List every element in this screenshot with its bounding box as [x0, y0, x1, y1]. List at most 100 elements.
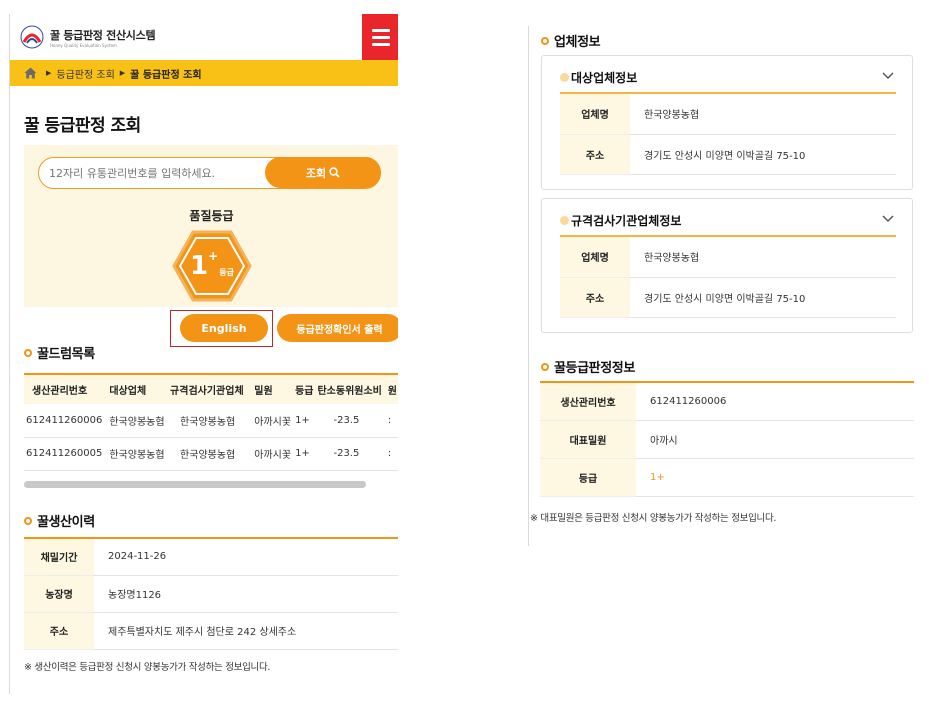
breadcrumb-arrow-icon: ▶: [46, 69, 52, 77]
column-header: 대상업체: [107, 373, 169, 404]
info-value: 1+: [636, 458, 914, 497]
info-label: 채밀기간: [24, 538, 94, 576]
table-cell: 한국양봉농협: [107, 437, 169, 471]
info-row: 주소 경기도 안성시 미양면 이박골길 75-10: [560, 277, 896, 318]
column-header: 탄소동위원소비: [315, 373, 386, 404]
home-icon[interactable]: [24, 67, 37, 79]
quality-grade-label: 품질등급: [189, 209, 234, 223]
breadcrumb-item[interactable]: 등급판정 조회: [56, 66, 114, 81]
column-header: 밀원: [252, 373, 294, 404]
column-header: 규격검사기관업체: [168, 373, 253, 404]
honey-list-title: 꿀드럼목록: [24, 343, 95, 362]
info-value: 612411260006: [636, 382, 914, 421]
info-value: 아까시: [636, 420, 914, 459]
production-history-table: 채밀기간 2024-11-26 농장명 농장명1126 주소 제주특별자치도 제…: [24, 537, 398, 650]
info-label: 대표밀원: [540, 420, 636, 459]
info-row: 농장명 농장명1126: [24, 575, 398, 613]
table-cell: 1+: [293, 404, 316, 438]
info-label: 주소: [560, 134, 630, 175]
card-bullet-icon: [560, 73, 569, 82]
search-button-label: 조회: [305, 166, 327, 180]
menu-button[interactable]: [362, 14, 398, 60]
production-history-note: ※ 생산이력은 등급판정 신청시 양봉농가가 작성하는 정보입니다.: [24, 662, 271, 673]
table-cell: -23.5: [315, 437, 386, 471]
table-cell: -23.5: [315, 404, 386, 438]
table-cell: 612411260006: [24, 404, 108, 438]
section-bullet-icon: [24, 348, 32, 357]
info-row: 주소 경기도 안성시 미양면 이박골길 75-10: [560, 134, 896, 175]
table-cell: 1+: [293, 437, 316, 471]
search-input[interactable]: [49, 164, 249, 182]
breadcrumb-current: 꿀 등급판정 조회: [130, 69, 202, 81]
scrollbar-thumb[interactable]: [24, 481, 366, 488]
grade-info-title: 꿀등급판정정보: [541, 357, 635, 376]
mobile-view-left: 꿀 등급판정 전산시스템 Honey Quality Evaluation Sy…: [9, 14, 398, 694]
info-value: 2024-11-26: [94, 538, 398, 576]
info-row: 채밀기간 2024-11-26: [24, 538, 398, 576]
target-company-card: 대상업체정보 업체명 한국양봉농협 주소 경기도 안성시 미양면 이박골길 75…: [541, 55, 913, 190]
search-icon: [329, 167, 340, 178]
info-value: 농장명1126: [94, 575, 398, 613]
hamburger-icon: [371, 28, 390, 32]
english-button[interactable]: English: [180, 314, 268, 342]
company-info-title: 업체정보: [541, 31, 601, 50]
info-row: 생산관리번호 612411260006: [540, 382, 914, 421]
info-value: 경기도 안성시 미양면 이박골길 75-10: [630, 277, 896, 318]
info-value: 한국양봉농협: [630, 237, 896, 278]
section-bullet-icon: [541, 362, 549, 371]
app-header: 꿀 등급판정 전산시스템 Honey Quality Evaluation Sy…: [10, 14, 398, 60]
breadcrumb: ▶ 등급판정 조회 ▶ 꿀 등급판정 조회: [10, 60, 398, 86]
info-row: 업체명 한국양봉농협: [560, 237, 896, 278]
info-label: 등급: [540, 458, 636, 497]
grade-badge: 1 + 등급: [171, 229, 253, 303]
grade-unit: 등급: [219, 267, 234, 277]
table-cell: :: [385, 437, 398, 471]
section-bullet-icon: [24, 516, 32, 525]
search-panel: 조회 품질등급 1 + 등급: [24, 145, 398, 307]
table-cell: 아까시꽃: [252, 404, 294, 438]
breadcrumb-arrow-icon: ▶: [119, 69, 126, 77]
info-row: 대표밀원 아까시: [540, 420, 914, 459]
brand-title: 꿀 등급판정 전산시스템: [50, 29, 156, 42]
info-value: 경기도 안성시 미양면 이박골길 75-10: [630, 134, 896, 175]
info-label: 생산관리번호: [540, 382, 636, 421]
brand-subtitle: Honey Quality Evaluation System: [50, 43, 117, 48]
inspection-company-table: 업체명 한국양봉농협 주소 경기도 안성시 미양면 이박골길 75-10: [560, 237, 896, 318]
page-title: 꿀 등급판정 조회: [24, 116, 141, 136]
table-cell: 612411260005: [24, 437, 108, 471]
info-value: 한국양봉농협: [630, 94, 896, 135]
logo-icon: [20, 25, 44, 49]
info-value: 제주특별자치도 제주시 첨단로 242 상세주소: [94, 612, 398, 650]
info-row: 주소 제주특별자치도 제주시 첨단로 242 상세주소: [24, 612, 398, 650]
table-header-row: 생산관리번호 대상업체 규격검사기관업체 밀원 등급 탄소동위원소비 원: [24, 373, 398, 404]
table-cell: 한국양봉농협: [168, 437, 253, 471]
column-header: 생산관리번호: [24, 373, 108, 404]
search-button[interactable]: 조회: [265, 157, 381, 188]
table-cell: 아까시꽃: [252, 437, 294, 471]
info-label: 업체명: [560, 237, 630, 278]
grade-value: 1: [190, 251, 209, 281]
table-row[interactable]: 612411260005 한국양봉농협 한국양봉농협 아까시꽃 1+ -23.5…: [24, 437, 398, 471]
table-horizontal-scrollbar[interactable]: [24, 481, 398, 488]
column-header: 등급: [293, 373, 316, 404]
card-header[interactable]: 규격검사기관업체정보: [560, 212, 681, 229]
table-cell: :: [385, 404, 398, 438]
info-label: 주소: [560, 277, 630, 318]
info-row: 업체명 한국양봉농협: [560, 94, 896, 135]
table-row[interactable]: 612411260006 한국양봉농협 한국양봉농협 아까시꽃 1+ -23.5…: [24, 404, 398, 438]
inspection-company-card: 규격검사기관업체정보 업체명 한국양봉농협 주소 경기도 안성시 미양면 이박골…: [541, 198, 913, 333]
chevron-down-icon[interactable]: [882, 215, 894, 223]
grade-info-table: 생산관리번호 612411260006 대표밀원 아까시 등급 1+: [540, 381, 914, 497]
card-header[interactable]: 대상업체정보: [560, 69, 637, 86]
print-certificate-button[interactable]: 등급판정확인서 출력: [277, 314, 398, 342]
grade-sup: +: [208, 249, 219, 263]
column-header: 원: [385, 373, 398, 404]
section-bullet-icon: [541, 36, 549, 45]
table-cell: 한국양봉농협: [168, 404, 253, 438]
production-history-title: 꿀생산이력: [24, 511, 95, 530]
table-cell: 한국양봉농협: [107, 404, 169, 438]
honey-drum-table: 생산관리번호 대상업체 규격검사기관업체 밀원 등급 탄소동위원소비 원 612…: [24, 373, 398, 471]
chevron-down-icon[interactable]: [882, 72, 894, 80]
info-row: 등급 1+: [540, 458, 914, 497]
grade-info-note: ※ 대표밀원은 등급판정 신청시 양봉농가가 작성하는 정보입니다.: [530, 513, 777, 524]
